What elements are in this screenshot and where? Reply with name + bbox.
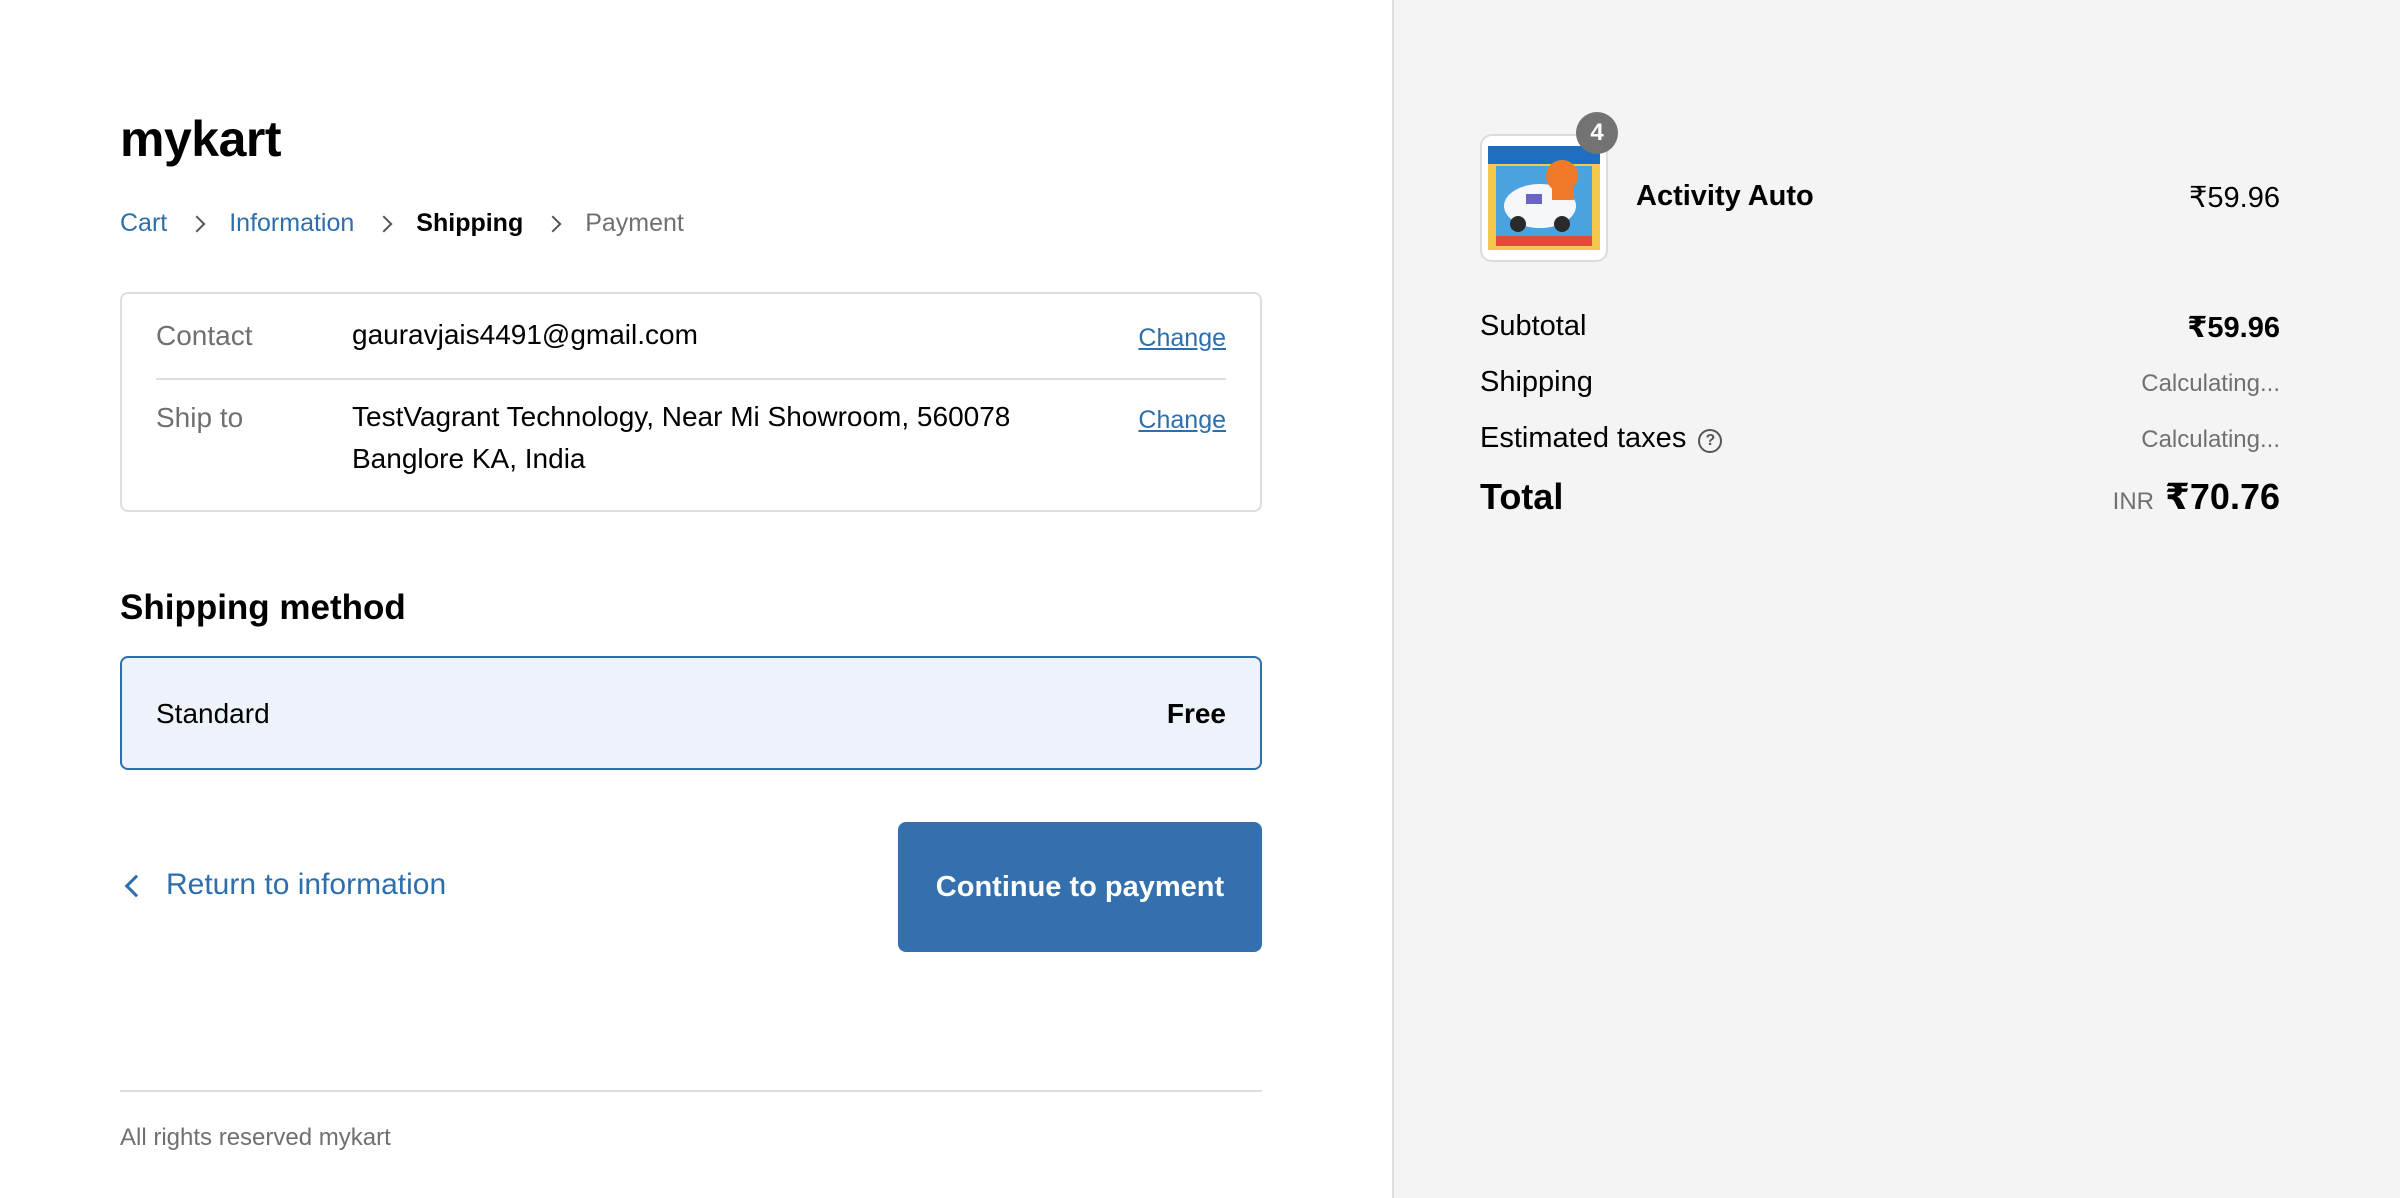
shipping-label: Shipping — [1480, 366, 1593, 398]
ship-to-label: Ship to — [156, 402, 244, 433]
change-ship-to-link[interactable]: Change — [1138, 406, 1226, 435]
shipping-value: Calculating... — [2141, 370, 2280, 397]
breadcrumb-shipping: Shipping — [416, 208, 524, 237]
chevron-right-icon — [537, 206, 571, 240]
chevron-right-icon — [181, 206, 215, 240]
breadcrumb-information[interactable]: Information — [229, 209, 354, 238]
store-logo[interactable]: mykart — [120, 110, 282, 168]
footer-text: All rights reserved mykart — [120, 1124, 391, 1151]
product-name: Activity Auto — [1636, 180, 1814, 212]
ship-to-line1: TestVagrant Technology, Near Mi Showroom… — [352, 401, 1011, 432]
contact-row: Contact gauravjais4491@gmail.com Change — [156, 319, 1226, 380]
continue-to-payment-button[interactable]: Continue to payment — [898, 822, 1262, 952]
shipping-method-title: Shipping method — [120, 588, 406, 627]
review-block: Contact gauravjais4491@gmail.com Change … — [120, 292, 1262, 512]
footer-divider — [120, 1090, 1262, 1092]
subtotal-value: ₹59.96 — [2187, 312, 2280, 344]
taxes-label-wrap: Estimated taxes? — [1480, 422, 1723, 455]
subtotal-label: Subtotal — [1480, 310, 1587, 342]
return-to-information-link[interactable]: Return to information — [120, 868, 446, 902]
product-thumbnail — [1480, 134, 1608, 262]
shipping-method-option[interactable]: Standard Free — [120, 656, 1262, 770]
total-label: Total — [1480, 476, 1564, 517]
contact-value: gauravjais4491@gmail.com — [352, 319, 698, 350]
ship-to-address: TestVagrant Technology, Near Mi Showroom… — [352, 396, 1010, 480]
breadcrumb-payment: Payment — [585, 208, 684, 237]
return-label: Return to information — [166, 868, 447, 901]
breadcrumb-cart[interactable]: Cart — [120, 209, 167, 238]
total-row: Total INR ₹70.76 — [1480, 476, 2280, 524]
chevron-left-icon — [120, 868, 146, 902]
total-currency: INR — [2112, 488, 2154, 515]
quantity-badge: 4 — [1576, 112, 1618, 154]
breadcrumb: Cart Information Shipping Payment — [120, 206, 684, 240]
shipping-method-name: Standard — [156, 698, 270, 729]
ship-to-line2: Banglore KA, India — [352, 443, 586, 474]
toy-car-image — [1488, 146, 1600, 250]
checkout-main: mykart Cart Information Shipping Payment… — [0, 0, 1392, 1198]
shipping-method-price: Free — [1166, 698, 1226, 729]
chevron-right-icon — [368, 206, 402, 240]
question-circle-icon[interactable]: ? — [1698, 429, 1723, 453]
total-value: ₹70.76 — [2164, 476, 2280, 517]
taxes-value: Calculating... — [2141, 426, 2280, 453]
contact-label: Contact — [156, 320, 253, 351]
product-price: ₹59.96 — [2188, 182, 2280, 214]
taxes-label: Estimated taxes — [1480, 422, 1687, 454]
change-contact-link[interactable]: Change — [1138, 324, 1226, 353]
